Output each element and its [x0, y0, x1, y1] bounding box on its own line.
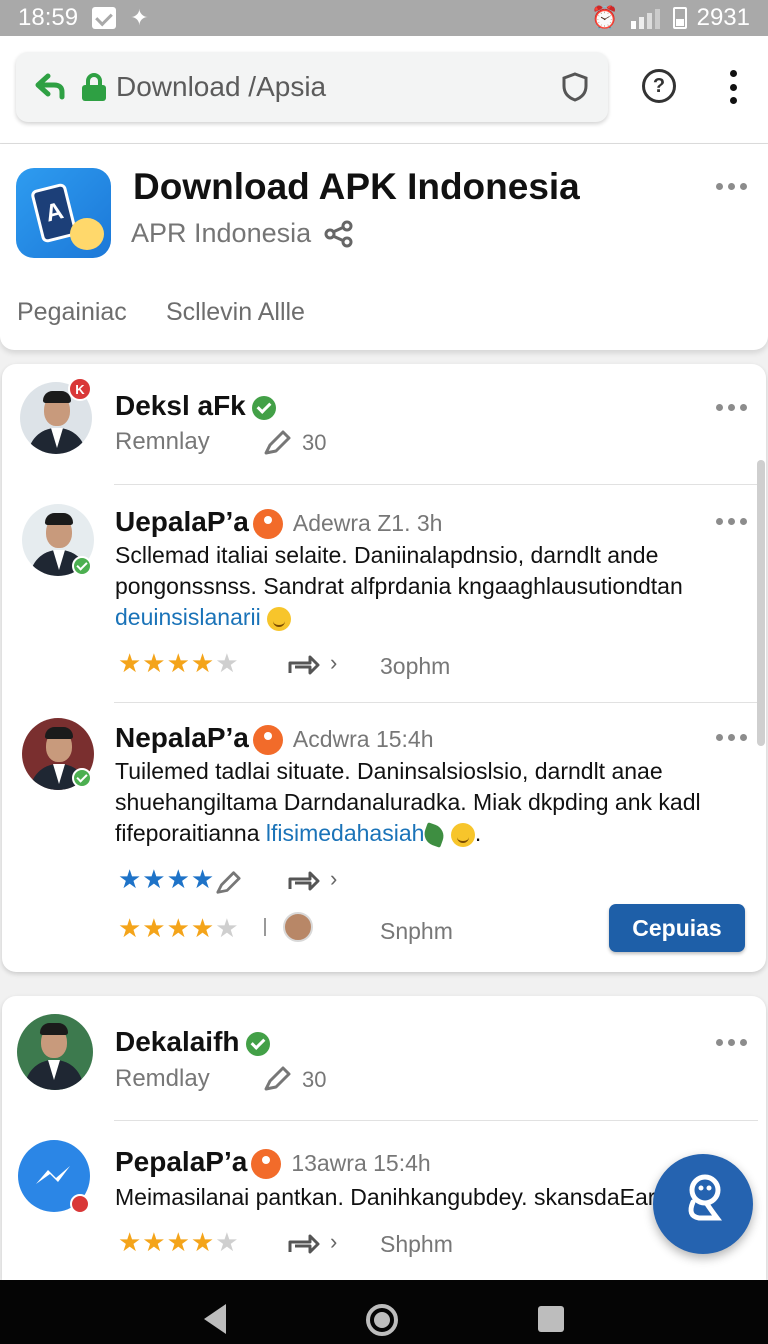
online-badge: [72, 556, 92, 576]
repost-icon: [288, 1234, 320, 1254]
mini-avatar[interactable]: [283, 912, 313, 942]
smile-emoji-icon: [267, 606, 292, 631]
star-rating[interactable]: ★★★★★: [118, 648, 240, 679]
post-author[interactable]: NepalaP’a Acdwra 15:4h: [115, 722, 434, 755]
post-author-name: PepalaP’a: [115, 1146, 248, 1177]
app-title: Download APK Indonesia: [133, 166, 580, 207]
tab-pegainiac[interactable]: Pegainiac: [17, 298, 127, 327]
account-name-text: Deksl aFk: [115, 390, 246, 421]
alarm-icon: ⏰: [591, 5, 619, 30]
notification-badge: K: [68, 377, 92, 401]
account-subtitle: Remdlay: [115, 1065, 210, 1092]
lock-icon: [82, 73, 106, 101]
star-rating[interactable]: ★★★★★: [118, 913, 240, 944]
repost-button[interactable]: ›: [286, 865, 337, 893]
post-time: 13awra 15:4h: [291, 1150, 431, 1177]
share-icon[interactable]: [324, 219, 354, 249]
status-time: 18:59: [18, 4, 79, 31]
pencil-icon[interactable]: [262, 1065, 292, 1093]
divider: [114, 484, 758, 485]
location-pin-icon: [252, 724, 283, 755]
smile-emoji-icon: [450, 822, 475, 847]
post-time: Adewra Z1. 3h: [292, 510, 443, 537]
post-line: shuehangiltama Darndanaluradka. Miak dkp…: [115, 789, 701, 815]
location-pin-icon: [252, 508, 283, 539]
post-line: Tuilemed tadlai situate. Daninsalsioslsi…: [115, 758, 663, 784]
app-logo[interactable]: A: [16, 168, 111, 258]
signal-icon: [630, 9, 660, 29]
battery-level: 2931: [696, 4, 750, 31]
pencil-icon[interactable]: [262, 429, 292, 457]
post-text: Scllemad italiai selaite. Daniinalapdnsi…: [115, 540, 683, 633]
post-author-name: UepalaP’a: [115, 506, 249, 537]
nav-back-icon[interactable]: [204, 1304, 226, 1334]
repost-icon: [288, 871, 320, 891]
app-more-icon[interactable]: [716, 183, 747, 190]
scrollbar[interactable]: [757, 460, 765, 746]
status-bar: 18:59 ✦ ⏰ 2931: [0, 0, 768, 36]
post-line: Scllemad italiai selaite. Daniinalapdnsi…: [115, 542, 659, 568]
share-time: 3ophm: [380, 653, 451, 679]
post-text: Meimasilanai pantkan. Danihkangubdey. sk…: [115, 1184, 655, 1210]
online-badge: [72, 768, 92, 788]
star-rating-blue[interactable]: ★★★★: [118, 864, 215, 895]
more-icon[interactable]: [716, 518, 747, 525]
chevron-right-icon: ›: [330, 650, 338, 675]
verified-icon: [245, 1031, 270, 1056]
post-text: Tuilemed tadlai situate. Daninsalsioslsi…: [115, 756, 701, 849]
account-name[interactable]: Deksl aFk: [115, 390, 276, 422]
account-subtitle: Remnlay: [115, 428, 210, 455]
nav-home-icon[interactable]: [366, 1304, 398, 1336]
post-link[interactable]: lfisimedahasiah: [266, 820, 425, 846]
post-time: Acdwra 15:4h: [292, 726, 434, 753]
post-author[interactable]: PepalaP’a 13awra 15:4h: [115, 1146, 431, 1179]
url-text[interactable]: Download /Apsia: [116, 71, 326, 103]
action-button[interactable]: Cepuias: [609, 904, 745, 952]
chevron-right-icon: ›: [330, 866, 338, 891]
verified-icon: [251, 395, 276, 420]
post-line: pongonssnss. Sandrat alfprdania kngaaghl…: [115, 573, 683, 599]
repost-button[interactable]: ›: [286, 649, 337, 677]
share-time: Shphm: [380, 1231, 453, 1257]
notification-badge: [70, 1194, 90, 1214]
account-name-text: Dekalaifh: [115, 1026, 240, 1057]
star-rating[interactable]: ★★★★★: [118, 1227, 240, 1258]
account-name[interactable]: Dekalaifh: [115, 1026, 270, 1058]
divider: [114, 1120, 758, 1121]
edit-count: 30: [302, 430, 327, 455]
chevron-right-icon: ›: [330, 1229, 338, 1254]
url-bar[interactable]: Download /Apsia: [16, 52, 608, 122]
avatar[interactable]: [17, 1014, 93, 1090]
location-pin-icon: [251, 1148, 282, 1179]
nav-recent-icon[interactable]: [538, 1306, 564, 1332]
shield-icon[interactable]: [562, 72, 588, 102]
separator: [264, 918, 266, 936]
post-line: fifeporaitianna: [115, 820, 260, 846]
more-icon[interactable]: [716, 734, 747, 741]
more-vertical-icon[interactable]: [728, 70, 738, 104]
divider: [114, 702, 758, 703]
chat-bot-button[interactable]: [653, 1154, 753, 1254]
back-arrow-icon[interactable]: [34, 73, 66, 101]
more-icon[interactable]: [716, 404, 747, 411]
pencil-icon[interactable]: [214, 870, 242, 896]
battery-icon: [672, 7, 687, 29]
post-link[interactable]: deuinsislanarii: [115, 604, 261, 630]
more-icon[interactable]: [716, 1039, 747, 1046]
leaf-emoji-icon: [421, 822, 448, 848]
help-icon[interactable]: ?: [642, 69, 676, 103]
repost-icon: [288, 655, 320, 675]
repost-button[interactable]: ›: [286, 1228, 337, 1256]
post-line-end: .: [474, 820, 482, 846]
chat-bot-icon: [688, 1174, 722, 1221]
post-author[interactable]: UepalaP’a Adewra Z1. 3h: [115, 506, 442, 539]
edit-count: 30: [302, 1067, 327, 1092]
app-subtitle: APR Indonesia: [131, 218, 312, 248]
checkbox-notification-icon: [92, 7, 117, 29]
sparkle-icon: ✦: [130, 5, 149, 30]
tab-scllevin-allle[interactable]: Scllevin Allle: [166, 298, 305, 327]
share-time: Snphm: [380, 918, 453, 944]
post-author-name: NepalaP’a: [115, 722, 249, 753]
browser-toolbar: Download /Apsia ?: [0, 36, 768, 144]
